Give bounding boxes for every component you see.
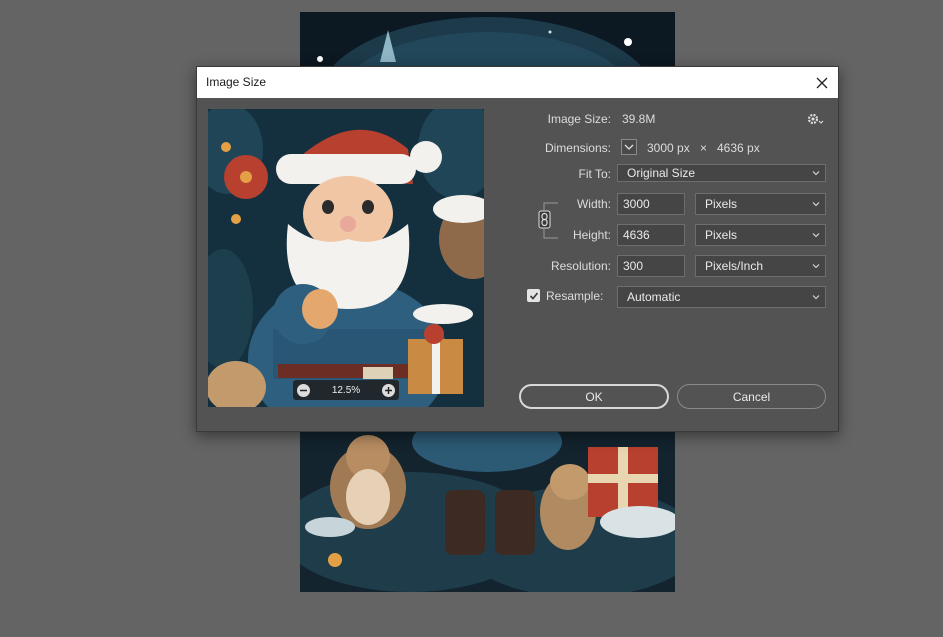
- dimensions-height: 4636 px: [717, 141, 760, 155]
- height-label: Height:: [572, 228, 611, 242]
- resolution-input[interactable]: [617, 255, 685, 277]
- dialog-title: Image Size: [206, 75, 267, 89]
- resample-value: Automatic: [627, 290, 681, 304]
- gear-icon: [807, 113, 824, 125]
- image-size-dialog: Image Size 12.5% Image Size: 39.8M Dimen…: [196, 66, 839, 432]
- close-button[interactable]: [806, 67, 838, 98]
- chevron-down-icon: [812, 233, 820, 238]
- zoom-control: 12.5%: [293, 380, 399, 400]
- fit-to-value: Original Size: [627, 166, 696, 180]
- zoom-in-button[interactable]: [381, 383, 395, 397]
- chevron-down-icon: [812, 202, 820, 207]
- settings-button[interactable]: [807, 112, 825, 126]
- resolution-unit-select[interactable]: Pixels/Inch: [695, 255, 826, 277]
- plus-icon: [384, 386, 392, 394]
- dialog-titlebar: Image Size: [197, 67, 838, 98]
- fit-to-label: Fit To:: [578, 167, 611, 181]
- image-size-label: Image Size:: [547, 112, 611, 126]
- close-icon: [816, 77, 828, 88]
- image-preview[interactable]: 12.5%: [208, 109, 484, 407]
- width-unit-value: Pixels: [705, 197, 738, 211]
- resample-select[interactable]: Automatic: [617, 286, 826, 308]
- chevron-down-icon: [812, 295, 820, 300]
- minus-icon: [300, 389, 307, 391]
- ok-button-label: OK: [585, 389, 603, 404]
- dimensions-label: Dimensions:: [544, 141, 611, 155]
- width-unit-select[interactable]: Pixels: [695, 193, 826, 215]
- zoom-level: 12.5%: [331, 384, 361, 396]
- link-icon: [538, 210, 551, 229]
- height-unit-value: Pixels: [705, 228, 738, 242]
- height-input[interactable]: [617, 224, 685, 246]
- constrain-proportions-button[interactable]: [538, 210, 551, 229]
- fit-to-select[interactable]: Original Size: [617, 164, 826, 182]
- cancel-button[interactable]: Cancel: [677, 384, 826, 409]
- image-size-value: 39.8M: [622, 112, 656, 126]
- cancel-button-label: Cancel: [732, 389, 771, 404]
- dimensions-units-toggle[interactable]: [621, 139, 637, 155]
- resample-label: Resample:: [546, 289, 604, 303]
- preview-artwork: [208, 109, 484, 407]
- resample-checkbox[interactable]: [527, 289, 540, 302]
- chevron-down-icon: [624, 144, 634, 150]
- checkmark-icon: [529, 291, 538, 300]
- dimensions-width: 3000 px: [647, 141, 690, 155]
- chevron-down-icon: [812, 264, 820, 269]
- zoom-out-button[interactable]: [297, 383, 310, 397]
- width-label: Width:: [576, 197, 611, 211]
- ok-button[interactable]: OK: [519, 384, 669, 409]
- dimensions-times: ×: [700, 141, 708, 155]
- resolution-unit-value: Pixels/Inch: [705, 259, 764, 273]
- chevron-down-icon: [812, 171, 820, 176]
- height-unit-select[interactable]: Pixels: [695, 224, 826, 246]
- resolution-label: Resolution:: [550, 259, 611, 273]
- width-input[interactable]: [617, 193, 685, 215]
